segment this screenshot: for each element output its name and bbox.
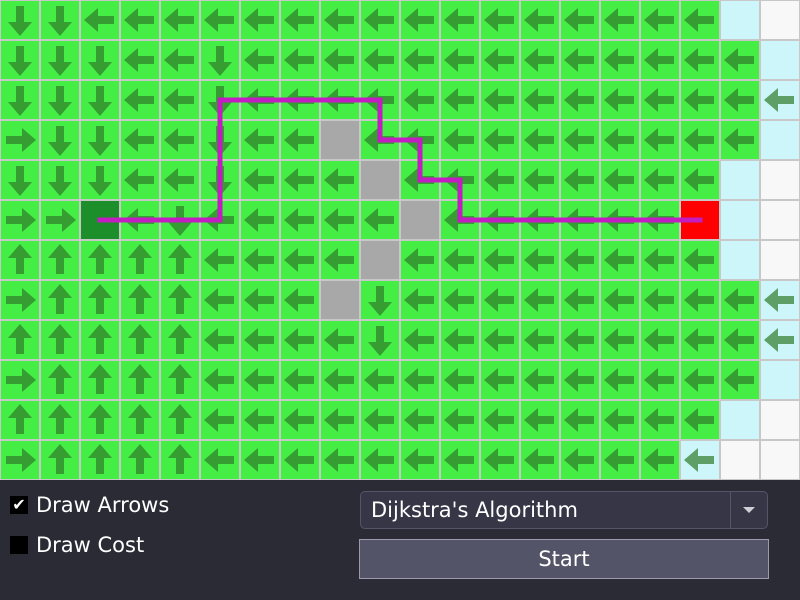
- draw-arrows-label: Draw Arrows: [36, 493, 170, 517]
- grid-canvas[interactable]: [0, 0, 800, 480]
- grid-cell-unvisited[interactable]: [721, 441, 759, 479]
- draw-cost-checkbox[interactable]: [10, 536, 28, 554]
- grid-cell-wall[interactable]: [401, 201, 439, 239]
- algorithm-select[interactable]: Dijkstra's Algorithm: [360, 491, 768, 529]
- draw-cost-label: Draw Cost: [36, 533, 145, 557]
- grid-cell-frontier[interactable]: [761, 121, 799, 159]
- grid-cell-frontier[interactable]: [721, 201, 759, 239]
- draw-cost-toggle[interactable]: Draw Cost: [10, 533, 144, 557]
- draw-arrows-checkbox[interactable]: ✔: [10, 496, 28, 514]
- draw-arrows-toggle[interactable]: ✔ Draw Arrows: [10, 493, 169, 517]
- grid-cell-frontier[interactable]: [721, 401, 759, 439]
- pathfinding-grid[interactable]: [0, 0, 800, 480]
- grid-cell-frontier[interactable]: [721, 1, 759, 39]
- chevron-down-icon[interactable]: [730, 492, 767, 528]
- grid-cell-frontier[interactable]: [761, 361, 799, 399]
- grid-cell-unvisited[interactable]: [761, 161, 799, 199]
- grid-cell-frontier[interactable]: [721, 241, 759, 279]
- grid-cell-wall[interactable]: [361, 241, 399, 279]
- grid-cell-unvisited[interactable]: [761, 201, 799, 239]
- grid-cell-unvisited[interactable]: [761, 441, 799, 479]
- grid-cell-unvisited[interactable]: [761, 1, 799, 39]
- grid-cell-wall[interactable]: [321, 121, 359, 159]
- start-button[interactable]: Start: [359, 539, 769, 579]
- checkmark-icon: ✔: [12, 495, 26, 514]
- grid-cell-frontier[interactable]: [721, 161, 759, 199]
- grid-cell-wall[interactable]: [321, 281, 359, 319]
- grid-cell-frontier[interactable]: [761, 41, 799, 79]
- grid-cell-unvisited[interactable]: [761, 241, 799, 279]
- grid-cell-wall[interactable]: [361, 161, 399, 199]
- algorithm-selected-label: Dijkstra's Algorithm: [371, 498, 578, 522]
- grid-cell-unvisited[interactable]: [761, 401, 799, 439]
